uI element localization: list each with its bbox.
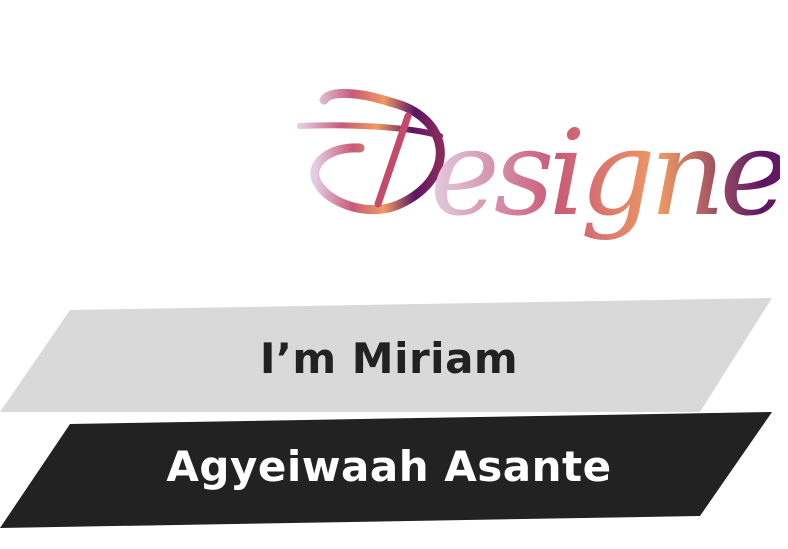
- hero-card: esigner I’m Miriam Agyeiwaah Asante: [0, 0, 788, 549]
- designer-logo-art: esigner: [297, 88, 780, 242]
- name-banner-first: I’m Miriam: [0, 298, 788, 412]
- svg-text:esigner: esigner: [430, 104, 780, 242]
- first-name-text: I’m Miriam: [259, 333, 519, 383]
- last-name-text: Agyeiwaah Asante: [166, 441, 612, 491]
- name-banner-last: Agyeiwaah Asante: [0, 412, 788, 528]
- designer-logo: esigner: [290, 86, 780, 266]
